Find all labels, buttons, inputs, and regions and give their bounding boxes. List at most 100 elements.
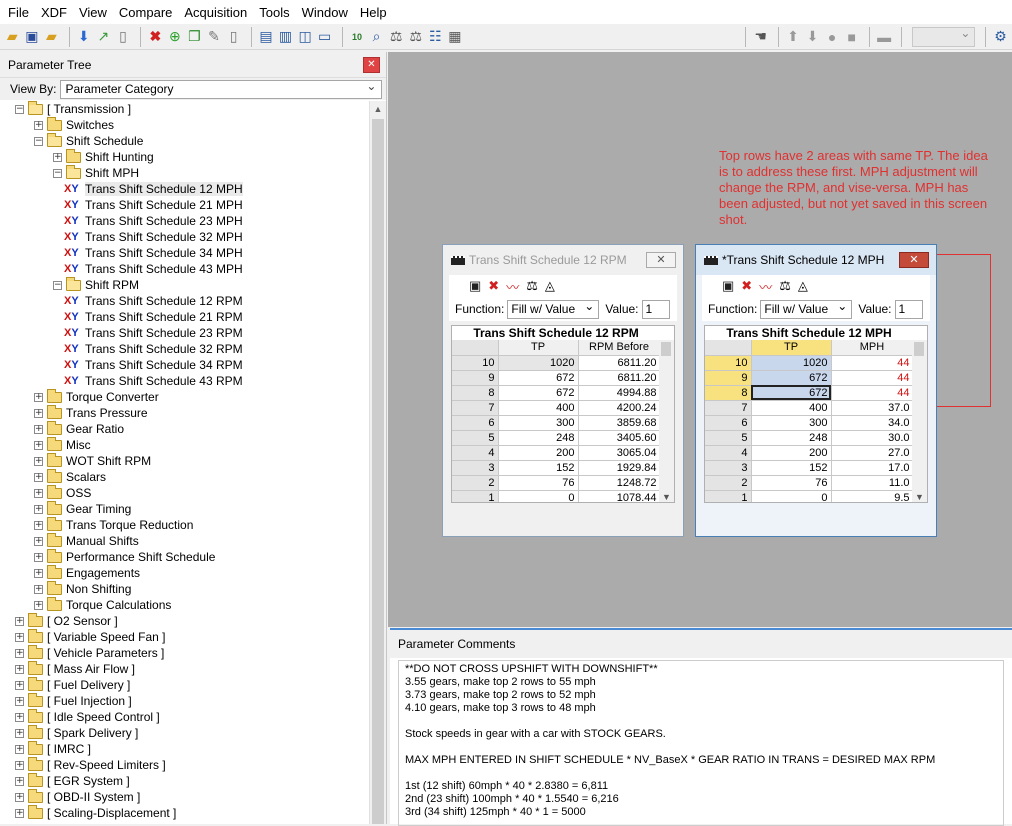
row-index-cell[interactable]: 4 bbox=[705, 445, 752, 461]
expand-icon[interactable]: + bbox=[34, 600, 43, 610]
tree-folder-item[interactable]: + [ OBD-II System ] bbox=[15, 788, 140, 805]
expand-icon[interactable]: + bbox=[15, 664, 24, 674]
graph-icon[interactable]: 〰 bbox=[506, 277, 519, 296]
expand-icon[interactable]: + bbox=[34, 536, 43, 546]
expand-icon[interactable]: + bbox=[34, 552, 43, 562]
row-index-cell[interactable]: 7 bbox=[452, 400, 499, 416]
tree-folder-item[interactable]: − Shift Schedule bbox=[34, 132, 143, 149]
tree-folder-item[interactable]: + Non Shifting bbox=[34, 580, 131, 597]
expand-icon[interactable]: + bbox=[34, 568, 43, 578]
expand-icon[interactable]: + bbox=[34, 488, 43, 498]
value-cell[interactable]: 44 bbox=[831, 370, 914, 386]
tree-folder-item[interactable]: + Misc bbox=[34, 436, 91, 453]
tp-cell[interactable]: 300 bbox=[498, 415, 579, 431]
collapse-icon[interactable]: − bbox=[15, 104, 24, 114]
menu-window[interactable]: Window bbox=[296, 5, 354, 20]
page-icon[interactable]: ▯ bbox=[225, 27, 242, 47]
window-icon[interactable]: ◫ bbox=[297, 27, 314, 47]
tree-view[interactable]: − [ Transmission ] + Switches − Shift Schedul… bbox=[0, 101, 366, 824]
tree-folder-item[interactable]: + [ IMRC ] bbox=[15, 740, 91, 757]
settings-icon[interactable]: ⚙ bbox=[992, 27, 1009, 47]
wrench-icon[interactable]: ✎ bbox=[206, 27, 223, 47]
tree-folder-item[interactable]: + [ Variable Speed Fan ] bbox=[15, 628, 166, 645]
expand-icon[interactable]: + bbox=[34, 440, 43, 450]
value-cell[interactable]: 6811.20 bbox=[578, 355, 661, 371]
tp-cell[interactable]: 300 bbox=[751, 415, 832, 431]
tree-folder-item[interactable]: + [ Mass Air Flow ] bbox=[15, 660, 135, 677]
value-cell[interactable]: 37.0 bbox=[831, 400, 914, 416]
tree-table-item[interactable]: XY Trans Shift Schedule 23 MPH bbox=[64, 213, 243, 229]
calculator-icon[interactable]: ▦ bbox=[447, 27, 464, 47]
scale-icon[interactable]: ⚖ bbox=[779, 278, 791, 294]
save-icon[interactable]: ▣ bbox=[722, 278, 734, 294]
tree-folder-item[interactable]: + Manual Shifts bbox=[34, 532, 139, 549]
expand-icon[interactable]: + bbox=[15, 632, 24, 642]
value-cell[interactable]: 3859.68 bbox=[578, 415, 661, 431]
tp-cell[interactable]: 0 bbox=[498, 490, 579, 502]
menu-compare[interactable]: Compare bbox=[113, 5, 178, 20]
row-index-cell[interactable]: 5 bbox=[705, 430, 752, 446]
expand-icon[interactable]: + bbox=[15, 696, 24, 706]
scale-icon[interactable]: ⚖ bbox=[526, 278, 538, 294]
collapse-icon[interactable]: − bbox=[34, 136, 43, 146]
tree-table-item[interactable]: XY Trans Shift Schedule 21 RPM bbox=[64, 309, 243, 325]
tp-cell[interactable]: 400 bbox=[751, 400, 832, 416]
tree-folder-item[interactable]: + Gear Timing bbox=[34, 500, 131, 517]
arrow-up-icon[interactable]: ⬆ bbox=[785, 27, 802, 47]
tree-table-item[interactable]: XY Trans Shift Schedule 21 MPH bbox=[64, 197, 243, 213]
expand-icon[interactable]: + bbox=[34, 584, 43, 594]
add-icon[interactable]: ⊕ bbox=[167, 27, 184, 47]
row-index-cell[interactable]: 7 bbox=[705, 400, 752, 416]
tree-table-item[interactable]: XY Trans Shift Schedule 23 RPM bbox=[64, 325, 243, 341]
tree-table-item[interactable]: XY Trans Shift Schedule 12 MPH bbox=[64, 181, 243, 197]
value-cell[interactable]: 44 bbox=[831, 355, 914, 371]
tp-cell[interactable]: 672 bbox=[498, 385, 579, 401]
row-index-cell[interactable]: 8 bbox=[705, 385, 752, 401]
value-cell[interactable]: 11.0 bbox=[831, 475, 914, 491]
tree-scrollbar[interactable]: ▲ bbox=[369, 101, 386, 824]
expand-icon[interactable]: + bbox=[15, 792, 24, 802]
tree-folder-item[interactable]: + Trans Pressure bbox=[34, 404, 148, 421]
tree-icon[interactable]: ☷ bbox=[427, 27, 444, 47]
expand-icon[interactable]: + bbox=[15, 680, 24, 690]
tree-table-item[interactable]: XY Trans Shift Schedule 12 RPM bbox=[64, 293, 243, 309]
mph-table-grid[interactable]: Trans Shift Schedule 12 MPH TP MPH 10 1020 4… bbox=[704, 325, 928, 503]
tree-folder-item[interactable]: + Gear Ratio bbox=[34, 420, 124, 437]
tree-table-item[interactable]: XY Trans Shift Schedule 34 RPM bbox=[64, 357, 243, 373]
row-index-cell[interactable]: 1 bbox=[705, 490, 752, 502]
row-index-cell[interactable]: 10 bbox=[452, 355, 499, 371]
scroll-thumb[interactable] bbox=[372, 119, 384, 824]
value-cell[interactable]: 4994.88 bbox=[578, 385, 661, 401]
hsplit-icon[interactable]: ▥ bbox=[277, 27, 294, 47]
value-cell[interactable]: 17.0 bbox=[831, 460, 914, 476]
row-index-cell[interactable]: 2 bbox=[705, 475, 752, 491]
mph-table-window[interactable]: *Trans Shift Schedule 12 MPH ✕ ▣ ✖ 〰 ⚖ ◬… bbox=[695, 244, 937, 537]
tree-table-item[interactable]: XY Trans Shift Schedule 32 MPH bbox=[64, 229, 243, 245]
tree-table-item[interactable]: XY Trans Shift Schedule 34 MPH bbox=[64, 245, 243, 261]
rpm-grid-scrollbar[interactable]: ▼ bbox=[659, 340, 674, 502]
menu-view[interactable]: View bbox=[73, 5, 113, 20]
value-cell[interactable]: 30.0 bbox=[831, 430, 914, 446]
column-header-tp[interactable]: TP bbox=[498, 340, 579, 356]
stop-icon[interactable]: ● bbox=[824, 27, 841, 47]
compare-scale-icon[interactable]: ⚖ bbox=[388, 27, 405, 47]
menu-file[interactable]: File bbox=[2, 5, 35, 20]
tree-folder-item[interactable]: + Trans Torque Reduction bbox=[34, 516, 193, 533]
graph-icon[interactable]: 〰 bbox=[759, 277, 772, 296]
tp-cell[interactable]: 200 bbox=[751, 445, 832, 461]
value-cell[interactable]: 1078.44 bbox=[578, 490, 661, 502]
search-icon[interactable]: ⌕ bbox=[368, 27, 385, 47]
mph-window-close-button[interactable]: ✕ bbox=[899, 252, 929, 268]
binary-icon[interactable]: 10 bbox=[349, 27, 366, 47]
expand-icon[interactable]: + bbox=[34, 472, 43, 482]
tree-folder-item[interactable]: + OSS bbox=[34, 484, 91, 501]
tp-cell[interactable]: 152 bbox=[498, 460, 579, 476]
mph-grid-scrollbar[interactable]: ▼ bbox=[912, 340, 927, 502]
tree-folder-item[interactable]: + [ Vehicle Parameters ] bbox=[15, 644, 164, 661]
tree-folder-item[interactable]: + [ Fuel Delivery ] bbox=[15, 676, 130, 693]
monitor-icon[interactable]: ▭ bbox=[316, 27, 333, 47]
row-index-cell[interactable]: 9 bbox=[705, 370, 752, 386]
tree-folder-item[interactable]: − [ Transmission ] bbox=[15, 101, 131, 117]
record-icon[interactable]: ■ bbox=[843, 27, 860, 47]
value-cell[interactable]: 34.0 bbox=[831, 415, 914, 431]
